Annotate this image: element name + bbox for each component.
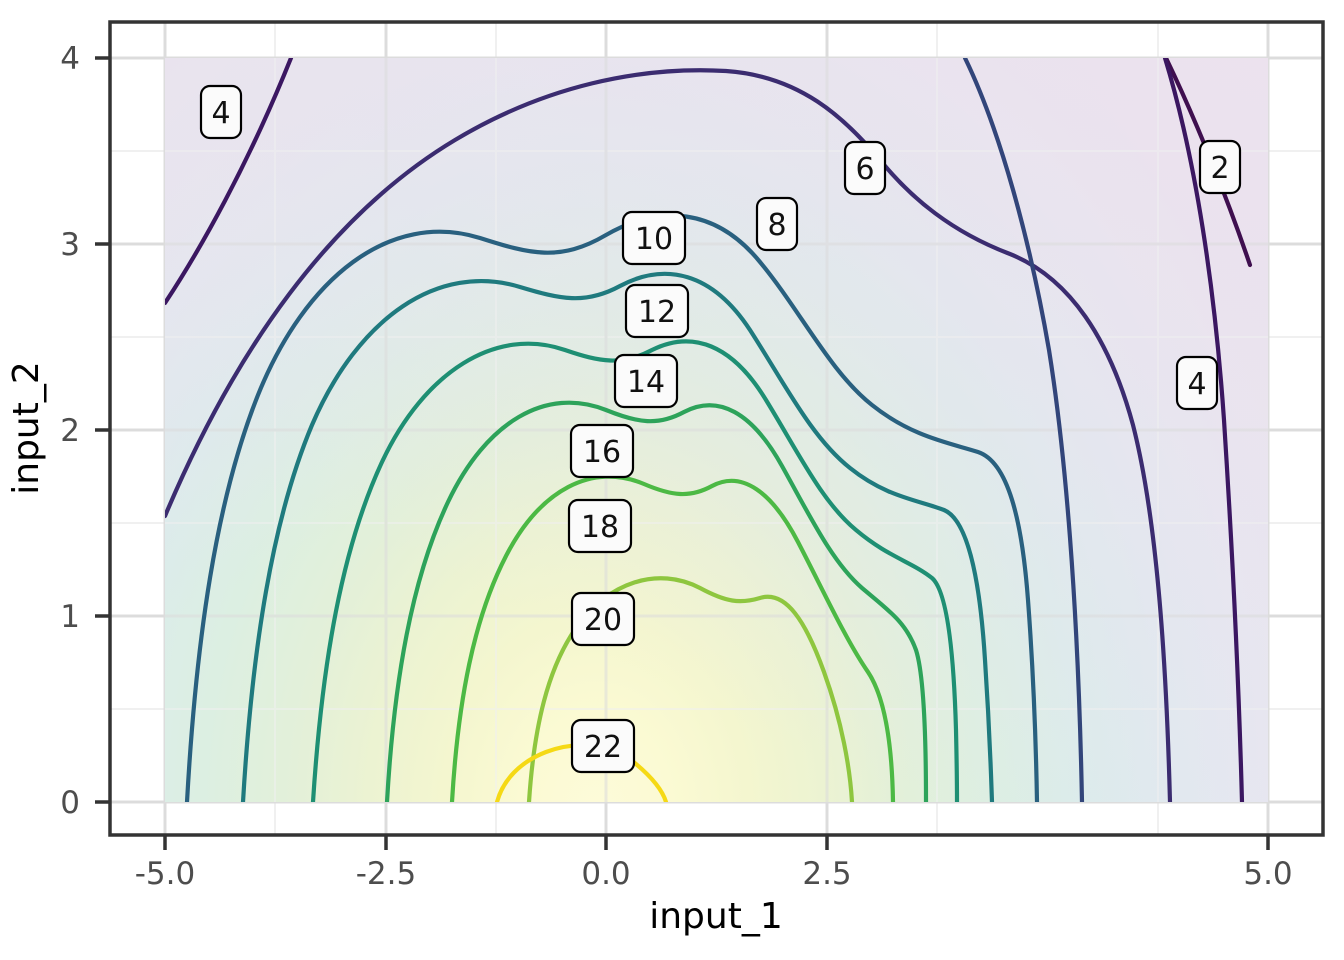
contour-label-16: 16 xyxy=(569,423,635,479)
contour-label-text: 22 xyxy=(584,730,622,765)
contour-label-22: 22 xyxy=(570,718,636,774)
plot-svg: 4 6 2 4 8 10 12 14 16 18 20 22 -5.0 -2.5… xyxy=(6,20,1325,937)
x-tick-label: 0.0 xyxy=(581,856,630,892)
contour-label-text: 18 xyxy=(581,510,619,545)
y-axis-title: input_2 xyxy=(6,361,47,495)
contour-label-text: 4 xyxy=(1187,367,1206,402)
y-tick-label: 2 xyxy=(60,413,80,449)
y-tick-label: 3 xyxy=(60,227,80,263)
contour-plot-figure: 4 6 2 4 8 10 12 14 16 18 20 22 -5.0 -2.5… xyxy=(0,0,1344,960)
y-axis-tick-labels: 0 1 2 3 4 xyxy=(60,41,80,821)
contour-label-6: 6 xyxy=(843,140,887,196)
y-tick-label: 0 xyxy=(60,785,80,821)
x-axis-title: input_1 xyxy=(649,896,783,937)
contour-label-4-left: 4 xyxy=(199,84,243,140)
y-tick-label: 4 xyxy=(60,41,80,77)
contour-label-text: 4 xyxy=(211,96,230,131)
contour-label-12: 12 xyxy=(624,283,690,339)
x-tick-label: -5.0 xyxy=(135,856,196,892)
contour-label-text: 2 xyxy=(1210,151,1229,186)
contour-label-text: 16 xyxy=(583,435,621,470)
contour-label-text: 20 xyxy=(584,603,622,638)
contour-label-text: 12 xyxy=(638,295,676,330)
x-axis-ticks xyxy=(163,835,1270,850)
contour-label-8: 8 xyxy=(755,196,799,252)
contour-label-text: 14 xyxy=(627,365,665,400)
contour-label-4-right: 4 xyxy=(1175,355,1219,411)
contour-label-text: 10 xyxy=(635,222,673,257)
contour-label-20: 20 xyxy=(570,591,636,647)
contour-label-2: 2 xyxy=(1198,139,1242,195)
x-tick-label: -2.5 xyxy=(356,856,417,892)
contour-label-10: 10 xyxy=(621,210,687,266)
x-tick-label: 2.5 xyxy=(802,856,851,892)
contour-label-18: 18 xyxy=(567,498,633,554)
x-tick-label: 5.0 xyxy=(1243,856,1292,892)
contour-label-14: 14 xyxy=(613,353,679,409)
contour-label-text: 6 xyxy=(855,152,874,187)
y-axis-ticks xyxy=(95,56,110,804)
contour-label-text: 8 xyxy=(767,208,786,243)
x-axis-tick-labels: -5.0 -2.5 0.0 2.5 5.0 xyxy=(135,856,1293,892)
y-tick-label: 1 xyxy=(60,599,80,635)
